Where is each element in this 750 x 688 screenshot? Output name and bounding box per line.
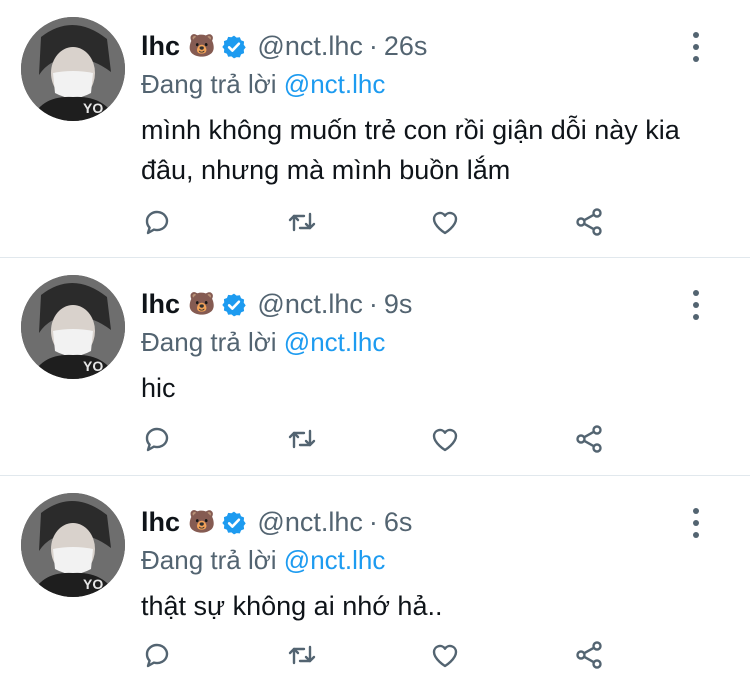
- reply-mention[interactable]: @nct.lhc: [284, 69, 386, 99]
- bear-emoji: 🐻: [188, 33, 216, 58]
- reply-prefix: Đang trả lời: [141, 545, 277, 575]
- avatar[interactable]: YO: [21, 17, 125, 121]
- tweet-actions: [0, 205, 750, 245]
- separator: ·: [368, 289, 378, 319]
- tweet-header: lhc 🐻 @nct.lhc · 26s: [141, 28, 427, 64]
- reply-icon[interactable]: [140, 638, 174, 672]
- replying-to: Đang trả lời @nct.lhc: [141, 66, 385, 102]
- replying-to: Đang trả lời @nct.lhc: [141, 324, 385, 360]
- tweet-text: thật sự không ai nhớ hả..: [141, 591, 443, 621]
- verified-icon: [221, 33, 247, 59]
- tweet-header: lhc 🐻 @nct.lhc · 9s: [141, 286, 412, 322]
- display-name[interactable]: lhc: [141, 286, 180, 322]
- reply-icon[interactable]: [140, 422, 174, 456]
- reply-prefix: Đang trả lời: [141, 327, 277, 357]
- separator: ·: [368, 31, 378, 61]
- share-icon[interactable]: [572, 422, 606, 456]
- tweet-actions: [0, 638, 750, 678]
- handle[interactable]: @nct.lhc: [257, 504, 362, 540]
- display-name[interactable]: lhc: [141, 28, 180, 64]
- handle[interactable]: @nct.lhc: [257, 28, 362, 64]
- tweet-text: hic: [141, 373, 176, 403]
- svg-text:YO: YO: [83, 100, 103, 116]
- reply-icon[interactable]: [140, 205, 174, 239]
- tweet-actions: [0, 422, 750, 462]
- tweet[interactable]: YO lhc 🐻 @nct.lhc · 26s Đang trả lời @nc…: [0, 0, 750, 258]
- like-icon[interactable]: [428, 422, 462, 456]
- like-icon[interactable]: [428, 205, 462, 239]
- retweet-icon[interactable]: [285, 422, 319, 456]
- more-icon[interactable]: [686, 288, 706, 322]
- verified-icon: [221, 291, 247, 317]
- retweet-icon[interactable]: [285, 638, 319, 672]
- bear-emoji: 🐻: [188, 291, 216, 316]
- replying-to: Đang trả lời @nct.lhc: [141, 542, 385, 578]
- retweet-icon[interactable]: [285, 205, 319, 239]
- reply-mention[interactable]: @nct.lhc: [284, 545, 386, 575]
- reply-prefix: Đang trả lời: [141, 69, 277, 99]
- avatar[interactable]: YO: [21, 493, 125, 597]
- tweet-feed: YO lhc 🐻 @nct.lhc · 26s Đang trả lời @nc…: [0, 0, 750, 688]
- separator: ·: [368, 507, 378, 537]
- avatar[interactable]: YO: [21, 275, 125, 379]
- verified-icon: [221, 509, 247, 535]
- handle[interactable]: @nct.lhc: [257, 286, 362, 322]
- more-icon[interactable]: [686, 30, 706, 64]
- bear-emoji: 🐻: [188, 509, 216, 534]
- like-icon[interactable]: [428, 638, 462, 672]
- timestamp[interactable]: 9s: [384, 286, 413, 322]
- tweet-header: lhc 🐻 @nct.lhc · 6s: [141, 504, 412, 540]
- more-icon[interactable]: [686, 506, 706, 540]
- share-icon[interactable]: [572, 638, 606, 672]
- reply-mention[interactable]: @nct.lhc: [284, 327, 386, 357]
- display-name[interactable]: lhc: [141, 504, 180, 540]
- share-icon[interactable]: [572, 205, 606, 239]
- svg-text:YO: YO: [83, 576, 103, 592]
- timestamp[interactable]: 6s: [384, 504, 413, 540]
- tweet-text: mình không muốn trẻ con rồi giận dỗi này…: [141, 115, 680, 185]
- timestamp[interactable]: 26s: [384, 28, 428, 64]
- svg-text:YO: YO: [83, 358, 103, 374]
